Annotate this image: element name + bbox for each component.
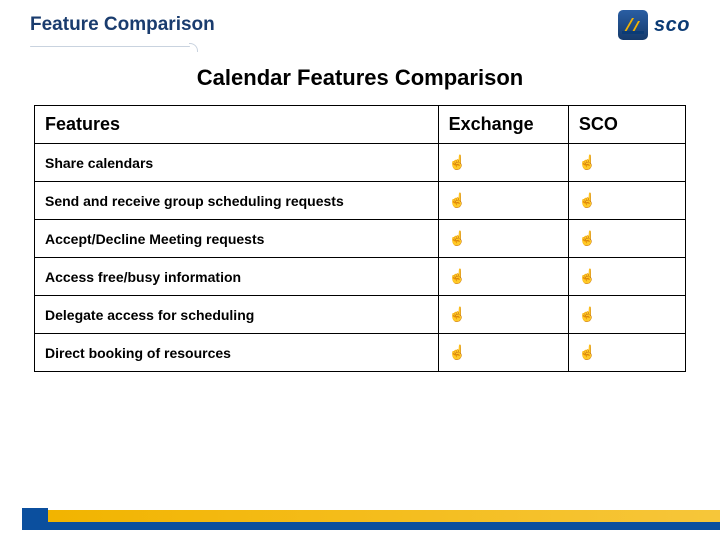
table-row: Send and receive group scheduling reques… xyxy=(35,182,686,220)
table-row: Access free/busy information ☝ ☝ xyxy=(35,258,686,296)
check-icon: ☝ xyxy=(568,334,685,372)
check-icon: ☝ xyxy=(568,182,685,220)
table-row: Direct booking of resources ☝ ☝ xyxy=(35,334,686,372)
footer-blue-bar xyxy=(48,522,720,530)
footer-block-icon xyxy=(22,508,48,530)
check-icon: ☝ xyxy=(438,296,568,334)
check-icon: ☝ xyxy=(568,144,685,182)
header-rule xyxy=(30,46,190,47)
table-row: Share calendars ☝ ☝ xyxy=(35,144,686,182)
table-header-row: Features Exchange SCO xyxy=(35,106,686,144)
col-features: Features xyxy=(35,106,439,144)
feature-cell: Accept/Decline Meeting requests xyxy=(35,220,439,258)
content-title: Calendar Features Comparison xyxy=(0,65,720,91)
feature-cell: Delegate access for scheduling xyxy=(35,296,439,334)
comparison-table-wrap: Features Exchange SCO Share calendars ☝ … xyxy=(0,105,720,372)
table-row: Accept/Decline Meeting requests ☝ ☝ xyxy=(35,220,686,258)
header: Feature Comparison sco xyxy=(0,0,720,46)
check-icon: ☝ xyxy=(568,220,685,258)
check-icon: ☝ xyxy=(568,258,685,296)
feature-cell: Share calendars xyxy=(35,144,439,182)
feature-cell: Access free/busy information xyxy=(35,258,439,296)
check-icon: ☝ xyxy=(438,182,568,220)
slide: { "header": { "title": "Feature Comparis… xyxy=(0,0,720,540)
logo: sco xyxy=(618,10,690,40)
feature-cell: Direct booking of resources xyxy=(35,334,439,372)
sco-logo-icon xyxy=(618,10,648,40)
slide-title: Feature Comparison xyxy=(30,14,215,36)
check-icon: ☝ xyxy=(438,220,568,258)
comparison-table: Features Exchange SCO Share calendars ☝ … xyxy=(34,105,686,372)
check-icon: ☝ xyxy=(438,334,568,372)
check-icon: ☝ xyxy=(568,296,685,334)
footer-yellow-bar xyxy=(48,510,720,522)
check-icon: ☝ xyxy=(438,258,568,296)
logo-text: sco xyxy=(654,14,690,37)
footer-bars xyxy=(0,506,720,540)
col-exchange: Exchange xyxy=(438,106,568,144)
check-icon: ☝ xyxy=(438,144,568,182)
feature-cell: Send and receive group scheduling reques… xyxy=(35,182,439,220)
col-sco: SCO xyxy=(568,106,685,144)
table-row: Delegate access for scheduling ☝ ☝ xyxy=(35,296,686,334)
